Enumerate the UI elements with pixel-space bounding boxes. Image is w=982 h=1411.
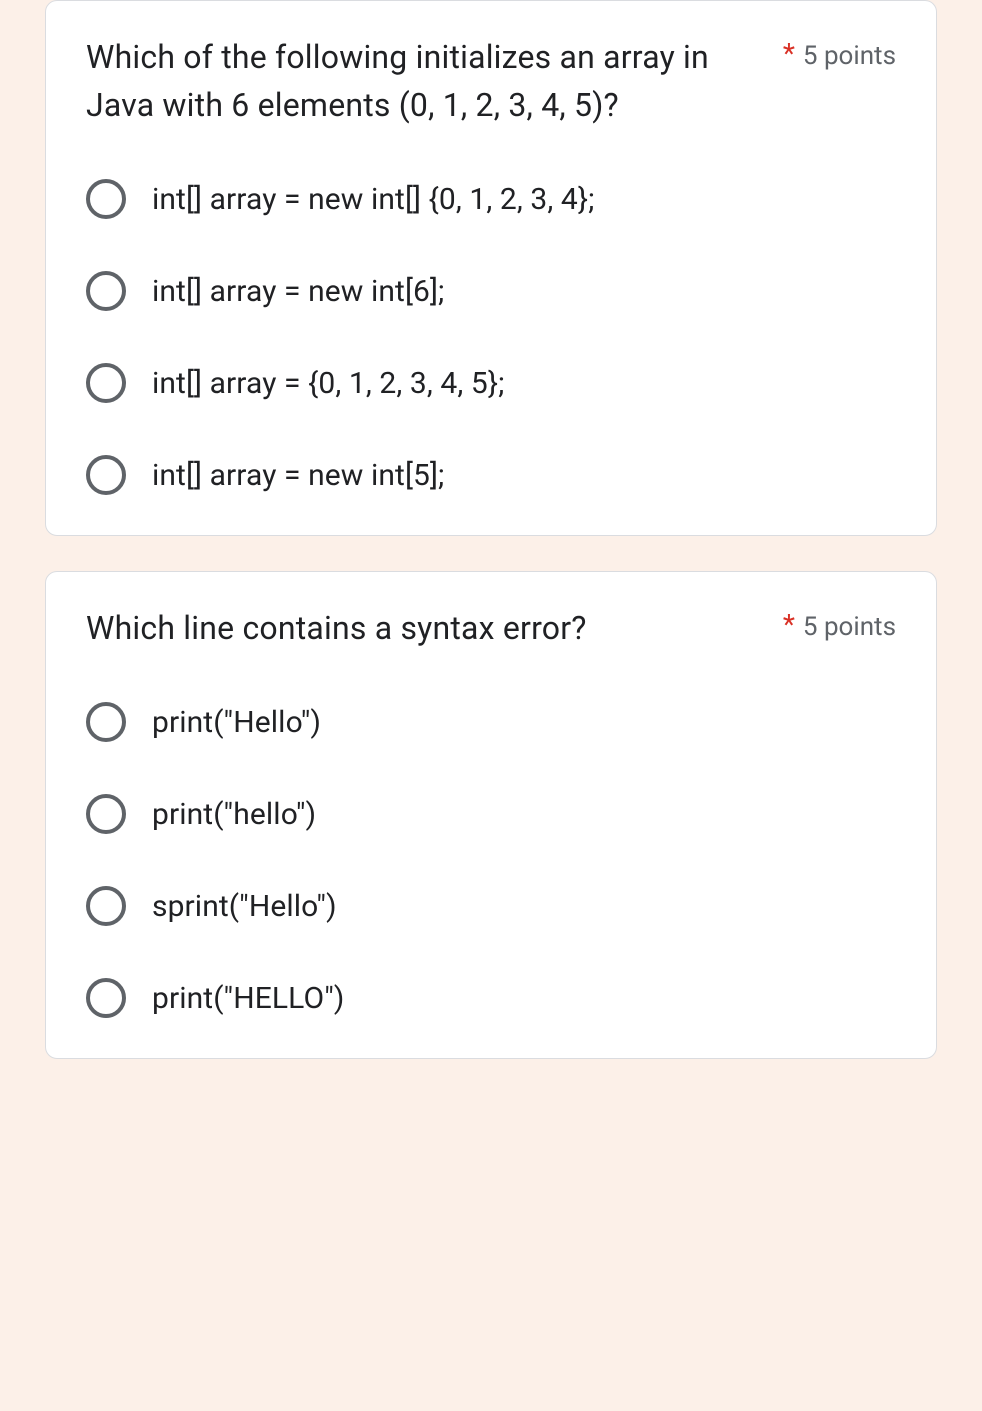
option-label: print("Hello") — [152, 705, 321, 740]
question-card-2: Which line contains a syntax error? * 5 … — [45, 571, 937, 1059]
options-group: print("Hello") print("hello") sprint("He… — [86, 702, 896, 1018]
points-label: 5 points — [803, 604, 896, 651]
points-label: 5 points — [803, 33, 896, 80]
option-row[interactable]: int[] array = {0, 1, 2, 3, 4, 5}; — [86, 363, 896, 403]
option-label: print("hello") — [152, 797, 316, 832]
radio-icon[interactable] — [86, 978, 126, 1018]
radio-icon[interactable] — [86, 794, 126, 834]
radio-icon[interactable] — [86, 455, 126, 495]
radio-icon[interactable] — [86, 179, 126, 219]
question-header: Which line contains a syntax error? * 5 … — [86, 604, 896, 652]
question-card-1: Which of the following initializes an ar… — [45, 0, 937, 536]
radio-icon[interactable] — [86, 702, 126, 742]
radio-icon[interactable] — [86, 271, 126, 311]
question-text: Which of the following initializes an ar… — [86, 33, 771, 129]
required-star-icon: * — [783, 33, 795, 75]
radio-icon[interactable] — [86, 363, 126, 403]
options-group: int[] array = new int[] {0, 1, 2, 3, 4};… — [86, 179, 896, 495]
option-label: int[] array = new int[5]; — [152, 458, 444, 493]
option-row[interactable]: int[] array = new int[] {0, 1, 2, 3, 4}; — [86, 179, 896, 219]
option-label: int[] array = new int[6]; — [152, 274, 444, 309]
option-label: int[] array = {0, 1, 2, 3, 4, 5}; — [152, 366, 505, 401]
option-row[interactable]: print("HELLO") — [86, 978, 896, 1018]
question-text: Which line contains a syntax error? — [86, 604, 771, 652]
option-label: sprint("Hello") — [152, 889, 337, 924]
option-row[interactable]: int[] array = new int[5]; — [86, 455, 896, 495]
option-label: print("HELLO") — [152, 981, 344, 1016]
question-header: Which of the following initializes an ar… — [86, 33, 896, 129]
radio-icon[interactable] — [86, 886, 126, 926]
option-label: int[] array = new int[] {0, 1, 2, 3, 4}; — [152, 182, 595, 217]
option-row[interactable]: sprint("Hello") — [86, 886, 896, 926]
option-row[interactable]: print("hello") — [86, 794, 896, 834]
required-star-icon: * — [783, 604, 795, 646]
option-row[interactable]: int[] array = new int[6]; — [86, 271, 896, 311]
option-row[interactable]: print("Hello") — [86, 702, 896, 742]
